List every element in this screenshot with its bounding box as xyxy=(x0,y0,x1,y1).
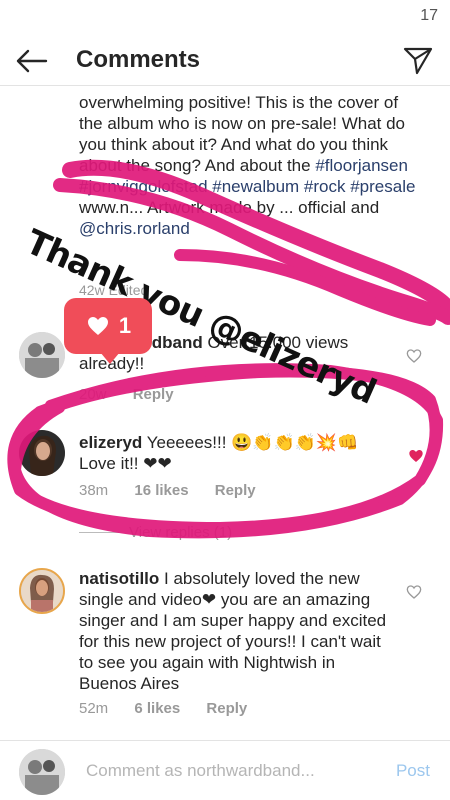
comment-time: 38m xyxy=(79,482,109,499)
comment-meta: 38m 16 likes Reply xyxy=(79,482,278,499)
send-direct-icon[interactable] xyxy=(402,44,434,76)
composer-avatar xyxy=(19,749,65,795)
caption-text-2: www.n... Artwork made by ... official an… xyxy=(79,198,380,217)
like-notification-bubble: 1 xyxy=(64,298,152,354)
comment-username[interactable]: natisotillo xyxy=(79,569,159,588)
status-bar: 17 xyxy=(0,0,450,32)
back-arrow-icon[interactable] xyxy=(14,46,48,76)
comment-reply-button[interactable]: Reply xyxy=(215,482,256,499)
like-count: 1 xyxy=(118,313,132,338)
avatar[interactable] xyxy=(19,332,65,378)
comment-composer: Post xyxy=(0,740,450,800)
comment-reply-button[interactable]: Reply xyxy=(206,700,247,717)
comment-input[interactable] xyxy=(86,761,366,781)
like-heart-icon[interactable] xyxy=(406,584,422,600)
post-button[interactable]: Post xyxy=(396,761,430,781)
header: Comments xyxy=(0,36,450,86)
divider xyxy=(79,532,119,533)
comment-time: 52m xyxy=(79,700,109,717)
comment-likes[interactable]: 6 likes xyxy=(134,700,180,717)
view-replies-label: View replies (1) xyxy=(129,524,233,541)
avatar[interactable] xyxy=(19,568,65,614)
comment-username[interactable]: elizeryd xyxy=(79,433,142,452)
comment-reply-button[interactable]: Reply xyxy=(133,386,174,403)
caption-mention[interactable]: @chris.rorland xyxy=(79,219,190,238)
comment-text: natisotillo I absolutely loved the new s… xyxy=(79,568,389,694)
heart-icon xyxy=(87,317,108,335)
page-title: Comments xyxy=(76,46,201,73)
comment-likes[interactable]: 16 likes xyxy=(134,482,188,499)
comment-time: 20w xyxy=(79,386,107,403)
comment-text: elizeryd Yeeeees!!! 😃👏👏👏💥👊 Love it!! ❤❤ xyxy=(79,432,389,474)
liked-heart-icon[interactable] xyxy=(408,448,424,464)
avatar[interactable] xyxy=(19,430,65,476)
comment-meta: 52m 6 likes Reply xyxy=(79,700,269,717)
like-bubble-tail xyxy=(100,352,120,364)
view-replies-link[interactable]: View replies (1) xyxy=(79,524,232,541)
like-heart-icon[interactable] xyxy=(406,348,422,364)
post-caption: overwhelming positive! This is the cover… xyxy=(79,92,419,239)
status-time: 17 xyxy=(420,7,438,24)
comment-meta: 20w Reply xyxy=(79,386,196,403)
